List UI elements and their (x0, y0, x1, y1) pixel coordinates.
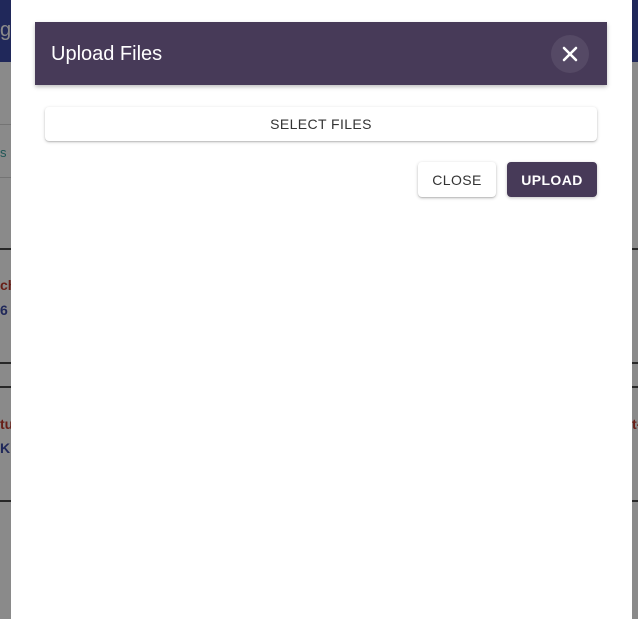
dialog-header: Upload Files (35, 22, 607, 85)
close-button[interactable]: CLOSE (418, 162, 496, 197)
dialog-title: Upload Files (51, 43, 163, 65)
close-icon-glyph (562, 46, 578, 62)
select-files-button[interactable]: SELECT FILES (45, 107, 597, 141)
upload-dialog: Upload Files SELECT FILES CLOSE UPLOAD (11, 0, 632, 619)
close-icon[interactable] (551, 35, 589, 73)
upload-button[interactable]: UPLOAD (507, 162, 597, 197)
